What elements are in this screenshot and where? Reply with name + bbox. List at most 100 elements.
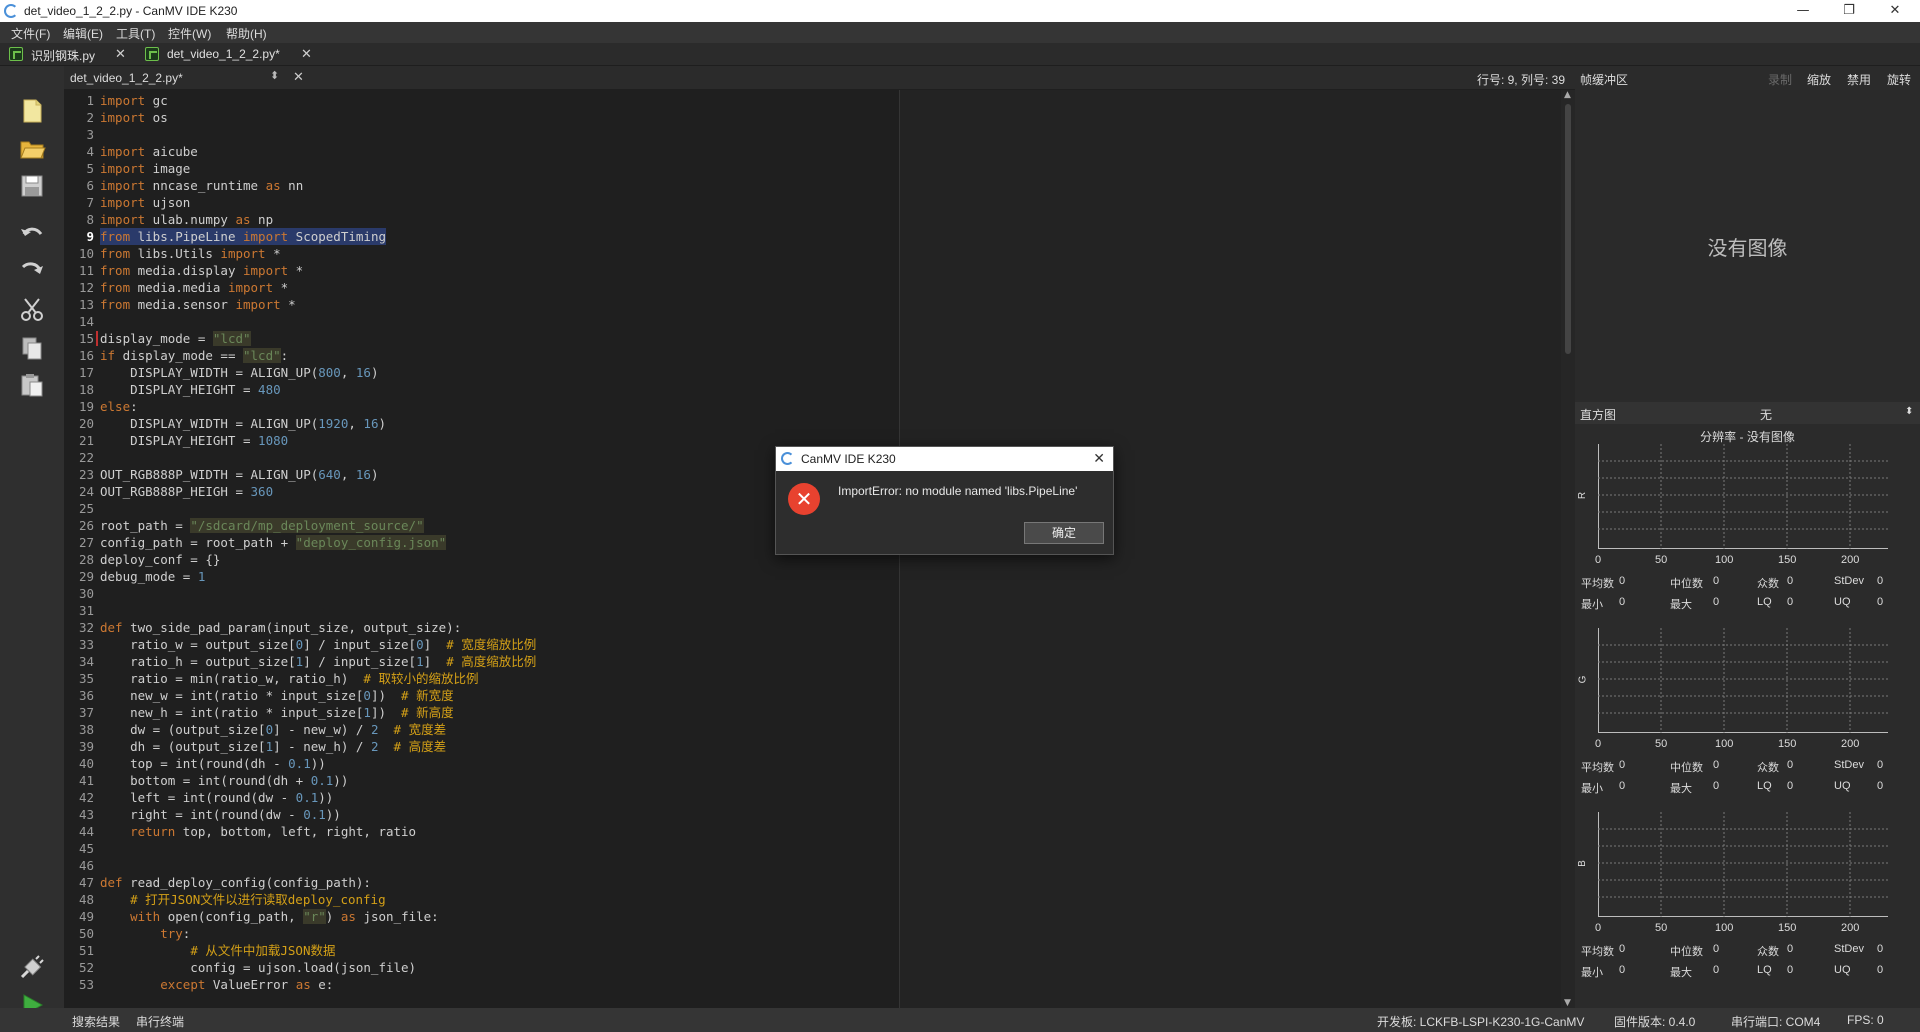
minimize-button[interactable]: —: [1780, 0, 1826, 22]
code-line[interactable]: 22: [64, 449, 899, 466]
code-line[interactable]: 3: [64, 126, 899, 143]
line-number: 13: [78, 297, 94, 312]
code-line[interactable]: 6 import nncase_runtime as nn: [64, 177, 899, 194]
copy-icon[interactable]: [18, 334, 46, 362]
code-line[interactable]: 39 dh = (output_size[1] - new_h) / 2 # 高…: [64, 738, 899, 755]
record-button[interactable]: 录制: [1768, 71, 1792, 88]
document-switch-icon[interactable]: ⬍: [270, 69, 279, 82]
dialog-close-icon[interactable]: ✕: [1093, 450, 1105, 467]
disable-button[interactable]: 禁用: [1847, 71, 1871, 88]
code-line[interactable]: 19 else:: [64, 398, 899, 415]
code-line[interactable]: 10 from libs.Utils import *: [64, 245, 899, 262]
code-line[interactable]: 35 ratio = min(ratio_w, ratio_h) # 取较小的缩…: [64, 670, 899, 687]
code-line[interactable]: 7 import ujson: [64, 194, 899, 211]
scrollbar-thumb[interactable]: [1565, 104, 1571, 354]
code-line[interactable]: 29 debug_mode = 1: [64, 568, 899, 585]
cut-icon[interactable]: [18, 295, 46, 323]
code-line[interactable]: 18 DISPLAY_HEIGHT = 480: [64, 381, 899, 398]
menu-edit[interactable]: 编辑(E): [63, 25, 103, 42]
code-line[interactable]: 33 ratio_w = output_size[0] / input_size…: [64, 636, 899, 653]
code-line[interactable]: 14: [64, 313, 899, 330]
search-results-tab[interactable]: 搜索结果: [72, 1013, 120, 1030]
code-line[interactable]: 38 dw = (output_size[0] - new_w) / 2 # 宽…: [64, 721, 899, 738]
code-line[interactable]: 52 config = ujson.load(json_file): [64, 959, 899, 976]
maximize-button[interactable]: ❐: [1826, 0, 1872, 22]
editor-scrollbar[interactable]: ▲ ▼: [1561, 90, 1575, 1008]
code-line[interactable]: 30: [64, 585, 899, 602]
code-line[interactable]: 15 display_mode = "lcd": [64, 330, 899, 347]
menu-file[interactable]: 文件(F): [11, 25, 50, 42]
code-editor[interactable]: 1 import gc 2 import os 3 4 import aicube 5 impo…: [64, 90, 899, 1008]
scroll-down-icon[interactable]: ▼: [1564, 998, 1571, 1008]
code-line[interactable]: 20 DISPLAY_WIDTH = ALIGN_UP(1920, 16): [64, 415, 899, 432]
open-folder-icon[interactable]: [18, 134, 46, 162]
save-icon[interactable]: [18, 172, 46, 200]
code-line[interactable]: 8 import ulab.numpy as np: [64, 211, 899, 228]
new-file-icon[interactable]: [18, 97, 46, 125]
code-line[interactable]: 17 DISPLAY_WIDTH = ALIGN_UP(800, 16): [64, 364, 899, 381]
code-line[interactable]: 2 import os: [64, 109, 899, 126]
undo-icon[interactable]: [18, 220, 46, 248]
code-line[interactable]: 34 ratio_h = output_size[1] / input_size…: [64, 653, 899, 670]
document-selector[interactable]: det_video_1_2_2.py*: [70, 71, 183, 85]
tab-file-1[interactable]: 识别钢珠.py ✕: [9, 45, 129, 65]
paste-icon[interactable]: [18, 371, 46, 399]
serial-terminal-tab[interactable]: 串行终端: [136, 1013, 184, 1030]
code-line[interactable]: 53 except ValueError as e:: [64, 976, 899, 993]
histogram-plot-b: [1598, 812, 1920, 940]
chevron-updown-icon[interactable]: ⬍: [1905, 406, 1913, 417]
redo-icon[interactable]: [18, 257, 46, 285]
code-line[interactable]: 25: [64, 500, 899, 517]
code-line[interactable]: 45: [64, 840, 899, 857]
code-line[interactable]: 23 OUT_RGB888P_WIDTH = ALIGN_UP(640, 16): [64, 466, 899, 483]
code-line[interactable]: 31: [64, 602, 899, 619]
code-line[interactable]: 4 import aicube: [64, 143, 899, 160]
code-line[interactable]: 5 import image: [64, 160, 899, 177]
error-message: ImportError: no module named 'libs.PipeL…: [838, 484, 1078, 498]
code-line[interactable]: 40 top = int(round(dh - 0.1)): [64, 755, 899, 772]
code-line[interactable]: 26 root_path = "/sdcard/mp_deployment_sou…: [64, 517, 899, 534]
code-line[interactable]: 16 if display_mode == "lcd":: [64, 347, 899, 364]
rotate-button[interactable]: 旋转: [1887, 71, 1911, 88]
close-document-icon[interactable]: ✕: [293, 69, 304, 85]
close-button[interactable]: ✕: [1872, 0, 1918, 22]
stat-value-lq: 0: [1787, 780, 1794, 792]
code-line[interactable]: 43 right = int(round(dw - 0.1)): [64, 806, 899, 823]
code-line[interactable]: 47 def read_deploy_config(config_path):: [64, 874, 899, 891]
stat-label-mode: 众数: [1757, 946, 1779, 958]
ok-button[interactable]: 确定: [1024, 522, 1104, 544]
code-line[interactable]: 48 # 打开JSON文件以进行读取deploy_config: [64, 891, 899, 908]
line-number: 50: [78, 926, 94, 941]
code-line[interactable]: 37 new_h = int(ratio * input_size[1]) # …: [64, 704, 899, 721]
tab-close-icon[interactable]: ✕: [301, 46, 312, 62]
code-line[interactable]: 41 bottom = int(round(dh + 0.1)): [64, 772, 899, 789]
tab-file-2[interactable]: det_video_1_2_2.py* ✕: [145, 45, 315, 65]
code-line[interactable]: 27 config_path = root_path + "deploy_conf…: [64, 534, 899, 551]
code-line[interactable]: 24 OUT_RGB888P_HEIGH = 360: [64, 483, 899, 500]
histogram-mode-select[interactable]: 无: [1760, 406, 1772, 423]
code-line[interactable]: 44 return top, bottom, left, right, rati…: [64, 823, 899, 840]
code-line[interactable]: 32 def two_side_pad_param(input_size, out…: [64, 619, 899, 636]
tab-close-icon[interactable]: ✕: [115, 46, 126, 62]
code-line[interactable]: 42 left = int(round(dw - 0.1)): [64, 789, 899, 806]
code-line[interactable]: 51 # 从文件中加载JSON数据: [64, 942, 899, 959]
menu-widgets[interactable]: 控件(W): [168, 25, 211, 42]
code-line[interactable]: 28 deploy_conf = {}: [64, 551, 899, 568]
scroll-up-icon[interactable]: ▲: [1564, 90, 1571, 100]
code-line[interactable]: 12 from media.media import *: [64, 279, 899, 296]
zoom-button[interactable]: 缩放: [1807, 71, 1831, 88]
code-line[interactable]: 50 try:: [64, 925, 899, 942]
code-line[interactable]: 36 new_w = int(ratio * input_size[0]) # …: [64, 687, 899, 704]
code-line[interactable]: 21 DISPLAY_HEIGHT = 1080: [64, 432, 899, 449]
code-line[interactable]: 13 from media.sensor import *: [64, 296, 899, 313]
code-line[interactable]: 46: [64, 857, 899, 874]
code-line[interactable]: 49 with open(config_path, "r") as json_f…: [64, 908, 899, 925]
code-line[interactable]: 11 from media.display import *: [64, 262, 899, 279]
connect-icon[interactable]: [18, 953, 46, 981]
menu-help[interactable]: 帮助(H): [226, 25, 267, 42]
line-number: 7: [86, 195, 94, 210]
stat-label-median: 中位数: [1670, 762, 1703, 774]
code-line[interactable]: 1 import gc: [64, 92, 899, 109]
code-line[interactable]: 9 from libs.PipeLine import ScopedTiming: [64, 228, 899, 245]
menu-tools[interactable]: 工具(T): [116, 25, 155, 42]
